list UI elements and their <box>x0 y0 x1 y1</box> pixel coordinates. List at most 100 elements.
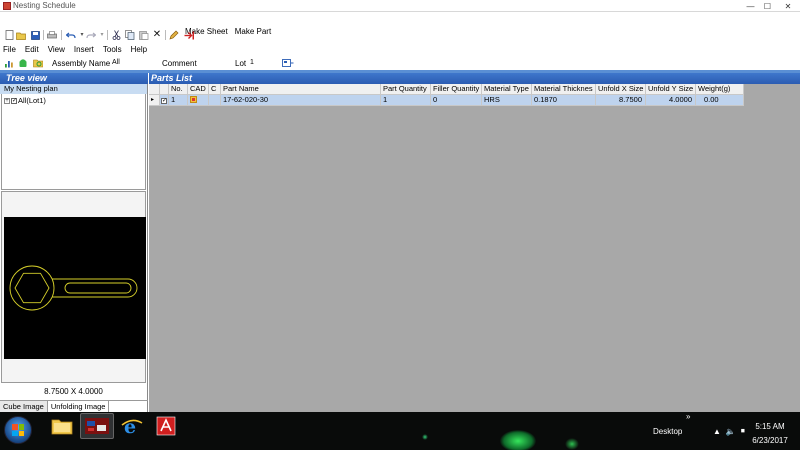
menu-edit[interactable]: Edit <box>24 45 40 55</box>
column-header-marker <box>149 84 160 95</box>
app-icon <box>3 2 11 10</box>
desktop-toolbar-label[interactable]: Desktop <box>653 427 682 436</box>
close-button[interactable]: ✕ <box>776 0 800 12</box>
window-controls: — ☐ ✕ <box>742 0 800 12</box>
column-header-part-quantity[interactable]: Part Quantity <box>381 84 431 95</box>
menu-view[interactable]: View <box>47 45 66 55</box>
tree-area: + ✓ All(Lot1) <box>1 94 146 190</box>
folder-icon <box>51 419 73 435</box>
comment-field[interactable] <box>197 58 231 68</box>
redo-icon[interactable] <box>86 30 96 40</box>
column-header-cad[interactable]: CAD <box>188 84 209 95</box>
part-outline-drawing <box>9 265 138 311</box>
volume-icon[interactable]: 🔈 <box>726 427 736 436</box>
android-icon[interactable] <box>18 58 28 68</box>
taskbar-internet-explorer[interactable]: e <box>117 413 147 439</box>
internet-explorer-icon: e <box>121 416 143 436</box>
menu-help[interactable]: Help <box>130 45 148 55</box>
column-header-material-type[interactable]: Material Type <box>482 84 532 95</box>
column-header-weight[interactable]: Weight(g) <box>696 84 744 95</box>
cell-no: 1 <box>169 95 188 106</box>
taskbar-nesting-app[interactable] <box>80 413 114 439</box>
assembly-name-field[interactable]: All <box>110 58 158 68</box>
column-header-c[interactable]: C <box>209 84 221 95</box>
svg-text:e: e <box>124 416 136 436</box>
wallpaper-glow <box>422 434 428 440</box>
column-header-no[interactable]: No. <box>169 84 188 95</box>
column-header-part-name[interactable]: Part Name <box>221 84 381 95</box>
lot-field[interactable]: 1 <box>248 58 272 68</box>
cell-material-type: HRS <box>482 95 532 106</box>
open-folder-icon[interactable] <box>16 30 26 40</box>
clock-date: 6/23/2017 <box>752 436 788 445</box>
new-file-icon[interactable] <box>4 30 14 40</box>
menu-insert[interactable]: Insert <box>73 45 95 55</box>
cell-cad[interactable] <box>188 95 209 106</box>
cell-unfold-x: 8.7500 <box>596 95 646 106</box>
delete-icon[interactable]: ✕ <box>152 30 162 40</box>
row-selector-marker[interactable]: ▸ <box>149 95 160 106</box>
make-part-menu[interactable]: Make Part <box>234 27 272 36</box>
column-header-material-thickness[interactable]: Material Thicknes <box>532 84 596 95</box>
system-clock[interactable]: 5:15 AM 6/23/2017 <box>752 420 788 448</box>
cut-icon[interactable] <box>111 30 121 40</box>
network-icon[interactable]: ⏹ <box>741 426 745 436</box>
column-header-unfold-y[interactable]: Unfold Y Size <box>646 84 696 95</box>
main-toolbar: Make Sheet Make Part <box>0 12 800 46</box>
wallpaper-glow <box>500 430 536 450</box>
minimize-button[interactable]: — <box>742 0 759 12</box>
menu-tools[interactable]: Tools <box>102 45 123 55</box>
chart-icon[interactable] <box>4 58 14 68</box>
paste-icon[interactable] <box>139 30 149 40</box>
maximize-button[interactable]: ☐ <box>759 0 776 12</box>
parts-list-header: Parts List <box>149 73 800 84</box>
acrobat-icon <box>156 416 176 436</box>
expand-icon[interactable]: + <box>4 97 10 104</box>
redo-dropdown-icon[interactable]: ▾ <box>97 30 107 40</box>
start-button[interactable] <box>4 416 32 444</box>
clock-time: 5:15 AM <box>755 422 785 431</box>
toolbar-separator <box>43 30 44 40</box>
menu-bar: File Edit View Insert Tools Help <box>2 45 148 55</box>
tree-node-all-lot1[interactable]: + ✓ All(Lot1) <box>4 96 46 105</box>
table-row[interactable]: ▸ ✓ 1 17-62-020-30 1 0 HRS 0.1870 8.7500… <box>149 95 744 106</box>
taskbar-acrobat[interactable] <box>151 413 181 439</box>
exit-icon[interactable] <box>184 30 194 40</box>
tree-node-checkbox[interactable]: ✓ <box>11 97 17 104</box>
column-header-unfold-x[interactable]: Unfold X Size <box>596 84 646 95</box>
window-title: Nesting Schedule <box>13 1 76 10</box>
grid-header-row: No. CAD C Part Name Part Quantity Filler… <box>149 84 744 95</box>
cell-c <box>209 95 221 106</box>
tree-root-item[interactable]: My Nesting plan <box>0 84 147 94</box>
menu-file[interactable]: File <box>2 45 17 55</box>
row-checkbox[interactable]: ✓ <box>161 98 167 104</box>
part-dimension-text: 8.7500 X 4.0000 <box>44 387 103 396</box>
system-tray: ▲ 🔈 ⏹ <box>713 426 745 436</box>
cell-unfold-y: 4.0000 <box>646 95 696 106</box>
parts-list-grid: No. CAD C Part Name Part Quantity Filler… <box>149 84 800 412</box>
toolbar-overflow-icon[interactable]: » <box>686 412 690 421</box>
print-icon[interactable] <box>47 30 57 40</box>
cell-part-name: 17-62-020-30 <box>221 95 381 106</box>
column-header-filler-quantity[interactable]: Filler Quantity <box>431 84 482 95</box>
wallpaper-glow <box>565 438 579 450</box>
copy-icon[interactable] <box>125 30 135 40</box>
undo-icon[interactable] <box>66 30 76 40</box>
row-checkbox-cell[interactable]: ✓ <box>160 95 169 106</box>
folder-refresh-icon[interactable] <box>33 58 43 68</box>
taskbar-explorer[interactable] <box>47 413 77 439</box>
windows-logo-icon <box>12 424 24 436</box>
nesting-layout-icon[interactable] <box>282 58 294 68</box>
assembly-name-label: Assembly Name <box>52 59 111 68</box>
save-icon[interactable] <box>30 30 40 40</box>
toolbar-separator <box>107 30 108 40</box>
part-preview-frame <box>1 191 146 383</box>
tree-view-panel: Tree view My Nesting plan + ✓ All(Lot1) … <box>0 73 148 413</box>
make-menu: Make Sheet Make Part <box>184 27 272 36</box>
show-hidden-icons-icon[interactable]: ▲ <box>713 427 721 436</box>
lot-label: Lot <box>235 59 247 68</box>
toolbar-separator <box>165 30 166 40</box>
cell-part-quantity: 1 <box>381 95 431 106</box>
cad-file-icon[interactable] <box>190 96 197 103</box>
edit-icon[interactable] <box>169 30 179 40</box>
